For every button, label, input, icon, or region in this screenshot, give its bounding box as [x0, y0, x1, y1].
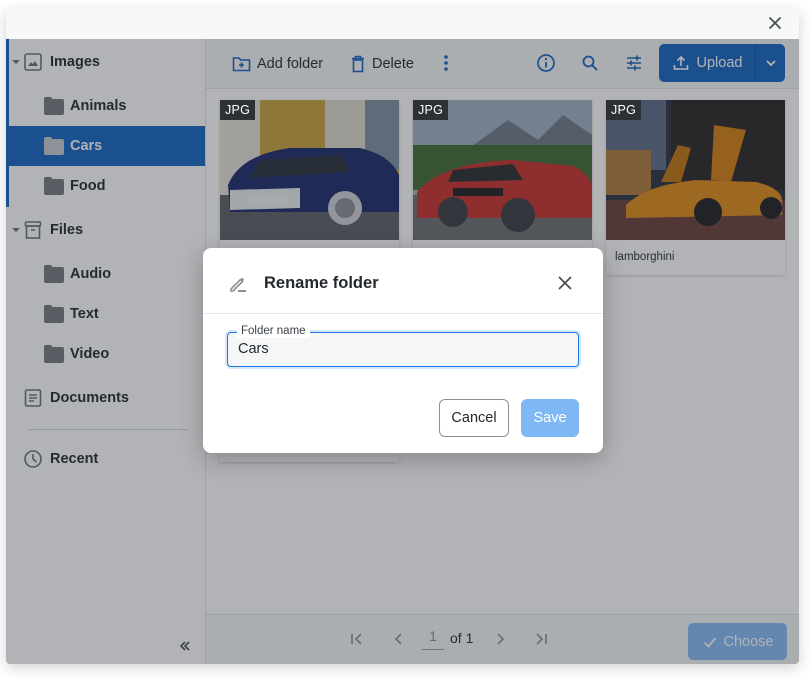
close-icon[interactable] — [557, 275, 573, 291]
file-type-badge: JPG — [413, 100, 449, 120]
folder-name-label: Folder name — [237, 324, 310, 338]
file-type-badge: JPG — [606, 100, 642, 120]
cancel-button[interactable]: Cancel — [439, 399, 509, 437]
file-type-badge: JPG — [220, 100, 256, 120]
folder-name-field: Folder name — [227, 324, 579, 367]
rename-folder-dialog: Rename folder Folder name Cancel Save — [203, 248, 603, 453]
folder-name-input[interactable] — [238, 341, 558, 357]
dialog-header: Rename folder — [203, 248, 603, 314]
pencil-icon — [230, 277, 246, 292]
close-icon[interactable] — [767, 15, 783, 31]
save-button[interactable]: Save — [521, 399, 579, 437]
dialog-title: Rename folder — [264, 274, 379, 292]
title-bar — [6, 8, 799, 39]
